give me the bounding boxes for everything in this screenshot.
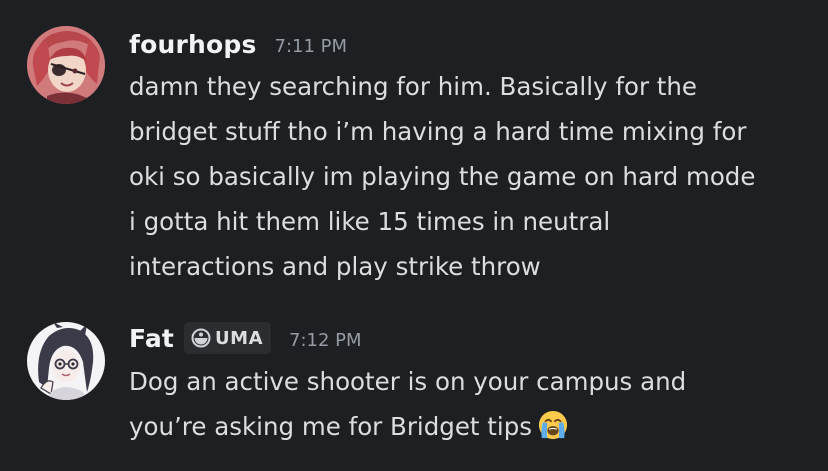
message-line: you’re asking me for Bridget tips	[129, 404, 819, 449]
dark-haired-character-avatar-icon	[27, 322, 105, 400]
message-line: oki so basically im playing the game on …	[129, 162, 756, 191]
message-line: interactions and play strike throw	[129, 252, 541, 281]
message-content: damn they searching for him. Basically f…	[129, 64, 819, 289]
username[interactable]: fourhops	[129, 30, 257, 59]
timestamp[interactable]: 7:11 PM	[275, 36, 348, 57]
message-header: Fat UMA 7:12 PM	[129, 318, 362, 358]
message-line: Dog an active shooter is on your campus …	[129, 367, 687, 396]
message-line: i gotta hit them like 15 times in neutra…	[129, 207, 611, 236]
avatar[interactable]	[27, 26, 105, 104]
server-tag[interactable]: UMA	[184, 322, 272, 354]
message-line: damn they searching for him. Basically f…	[129, 72, 698, 101]
message-line: bridget stuff tho i’m having a hard time…	[129, 117, 747, 146]
message-line-text: you’re asking me for Bridget tips	[129, 412, 533, 441]
message-content: Dog an active shooter is on your campus …	[129, 359, 819, 449]
red-haired-character-avatar-icon	[27, 26, 105, 104]
timestamp[interactable]: 7:12 PM	[289, 330, 362, 351]
avatar[interactable]	[27, 322, 105, 400]
server-tag-icon	[191, 328, 211, 348]
username[interactable]: Fat	[129, 324, 174, 353]
server-tag-label: UMA	[215, 327, 264, 349]
loudly-crying-face-icon[interactable]	[538, 410, 568, 440]
message-header: fourhops 7:11 PM	[129, 24, 347, 64]
